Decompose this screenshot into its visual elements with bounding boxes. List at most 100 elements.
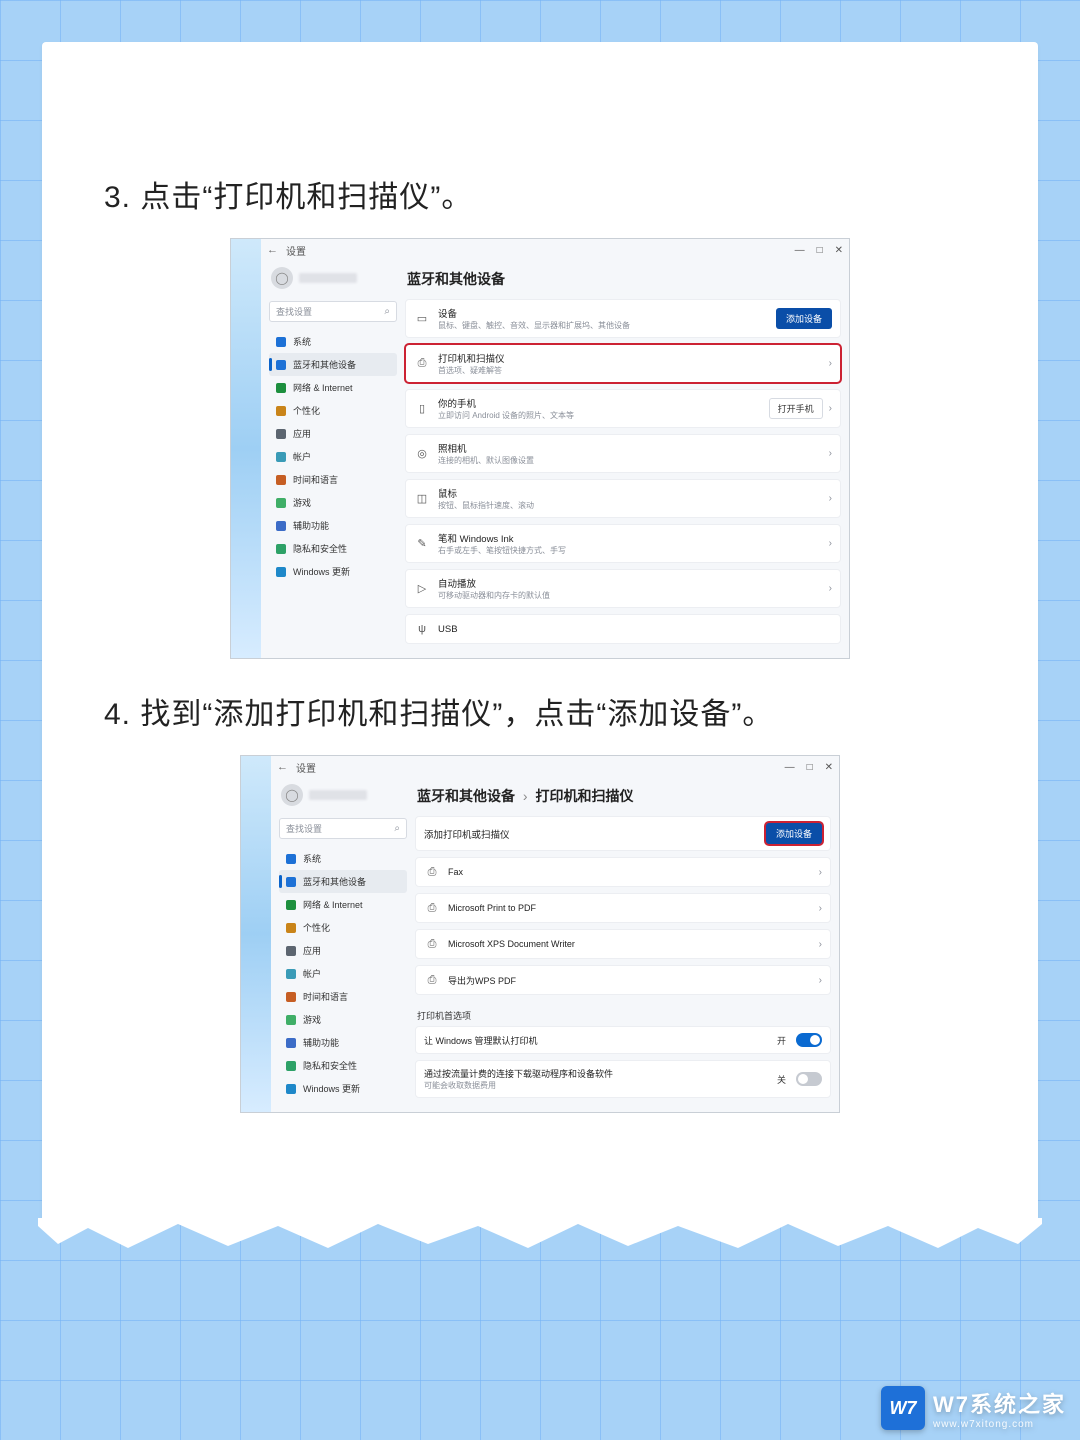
chevron-right-icon: › [829, 538, 832, 549]
pref-metered-download: 通过按流量计费的连接下载驱动程序和设备软件 可能会收取数据费用 关 [415, 1060, 831, 1098]
watermark-url: www.w7xitong.com [933, 1419, 1066, 1430]
back-icon[interactable]: ← [277, 761, 288, 773]
search-placeholder: 查找设置 [276, 305, 312, 318]
sidebar-item-gaming[interactable]: 游戏 [269, 491, 397, 514]
search-placeholder: 查找设置 [286, 822, 322, 835]
row-mouse[interactable]: ◫ 鼠标按钮、鼠标指针速度、滚动 › [405, 479, 841, 518]
chevron-right-icon: › [819, 867, 822, 878]
close-button[interactable]: ✕ [825, 762, 833, 773]
sidebar-item-bluetooth[interactable]: 蓝牙和其他设备 [279, 870, 407, 893]
profile[interactable]: ◯ [269, 265, 397, 297]
printer-row-fax[interactable]: ⎙ Fax › [415, 857, 831, 887]
chevron-right-icon: › [519, 788, 532, 804]
add-device-button[interactable]: 添加设备 [766, 823, 822, 844]
breadcrumb-root[interactable]: 蓝牙和其他设备 [417, 788, 515, 804]
step-3-text: 3. 点击“打印机和扫描仪”。 [104, 172, 998, 216]
sidebar-item-personalization[interactable]: 个性化 [279, 916, 407, 939]
printer-icon: ⎙ [424, 936, 440, 952]
pref-default-printer: 让 Windows 管理默认打印机 开 [415, 1026, 831, 1054]
window-titlebar: ← 设置 — □ ✕ [271, 756, 839, 778]
row-usb[interactable]: ψ USB [405, 614, 841, 644]
chevron-right-icon: › [829, 448, 832, 459]
breadcrumb: 蓝牙和其他设备 › 打印机和扫描仪 [417, 786, 831, 806]
printer-icon: ⎙ [424, 864, 440, 880]
screenshot-2: ← 设置 — □ ✕ ◯ [240, 755, 840, 1113]
profile[interactable]: ◯ [279, 782, 407, 814]
document-page: 3. 点击“打印机和扫描仪”。 ← 设置 — □ ✕ [42, 42, 1038, 1222]
back-icon[interactable]: ← [267, 244, 278, 256]
window-titlebar: ← 设置 — □ ✕ [261, 239, 849, 261]
watermark: W7 W7系统之家 www.w7xitong.com [881, 1386, 1066, 1430]
row-cameras[interactable]: ◎ 照相机连接的相机、默认图像设置 › [405, 434, 841, 473]
toggle-state: 关 [777, 1073, 786, 1086]
sidebar: ◯ 查找设置 ⌕ 系统 蓝牙和其他设备 网络 & Internet 个性化 [279, 782, 407, 1104]
sidebar-item-privacy[interactable]: 隐私和安全性 [269, 537, 397, 560]
open-phone-button[interactable]: 打开手机 [769, 398, 823, 419]
breadcrumb-current: 打印机和扫描仪 [535, 788, 633, 804]
minimize-button[interactable]: — [785, 762, 795, 773]
page-title: 蓝牙和其他设备 [407, 269, 841, 289]
screenshot-1: ← 设置 — □ ✕ ◯ [230, 238, 850, 659]
watermark-badge: W7 [881, 1386, 925, 1430]
search-icon: ⌕ [394, 823, 400, 834]
sidebar-item-network[interactable]: 网络 & Internet [279, 893, 407, 916]
chevron-right-icon: › [819, 903, 822, 914]
maximize-button[interactable]: □ [817, 245, 823, 256]
sidebar-item-apps[interactable]: 应用 [279, 939, 407, 962]
printer-icon: ⎙ [424, 972, 440, 988]
close-button[interactable]: ✕ [835, 245, 843, 256]
chevron-right-icon: › [819, 975, 822, 986]
window-title: 设置 [296, 760, 316, 775]
sidebar-item-update[interactable]: Windows 更新 [269, 560, 397, 583]
sidebar-item-update[interactable]: Windows 更新 [279, 1077, 407, 1100]
sidebar-item-accounts[interactable]: 帐户 [269, 445, 397, 468]
printer-row-wps[interactable]: ⎙ 导出为WPS PDF › [415, 965, 831, 995]
sidebar-item-personalization[interactable]: 个性化 [269, 399, 397, 422]
printer-icon: ⎙ [424, 900, 440, 916]
printer-prefs-label: 打印机首选项 [417, 1009, 831, 1022]
search-input[interactable]: 查找设置 ⌕ [279, 818, 407, 839]
avatar-icon: ◯ [281, 784, 303, 806]
row-autoplay[interactable]: ▷ 自动播放可移动驱动器和内存卡的默认值 › [405, 569, 841, 608]
step-4-text: 4. 找到“添加打印机和扫描仪”，点击“添加设备”。 [104, 689, 998, 733]
sidebar-item-gaming[interactable]: 游戏 [279, 1008, 407, 1031]
mouse-icon: ◫ [414, 491, 430, 507]
torn-edge [38, 1218, 1042, 1252]
maximize-button[interactable]: □ [807, 762, 813, 773]
printer-row-mspdf[interactable]: ⎙ Microsoft Print to PDF › [415, 893, 831, 923]
row-pen-ink[interactable]: ✎ 笔和 Windows Ink右手或左手、笔按钮快捷方式、手写 › [405, 524, 841, 563]
sidebar-item-privacy[interactable]: 隐私和安全性 [279, 1054, 407, 1077]
sidebar-item-bluetooth[interactable]: 蓝牙和其他设备 [269, 353, 397, 376]
chevron-right-icon: › [819, 939, 822, 950]
search-input[interactable]: 查找设置 ⌕ [269, 301, 397, 322]
devices-icon: ▭ [414, 311, 430, 327]
pen-icon: ✎ [414, 536, 430, 552]
sidebar-item-accessibility[interactable]: 辅助功能 [279, 1031, 407, 1054]
row-your-phone[interactable]: ▯ 你的手机立即访问 Android 设备的照片、文本等 打开手机› [405, 389, 841, 428]
sidebar-item-time[interactable]: 时间和语言 [269, 468, 397, 491]
search-icon: ⌕ [384, 306, 390, 317]
sidebar: ◯ 查找设置 ⌕ 系统 蓝牙和其他设备 网络 & Internet 个性化 [269, 265, 397, 650]
row-devices[interactable]: ▭ 设备鼠标、键盘、触控、音效、显示器和扩展坞、其他设备 添加设备 [405, 299, 841, 338]
row-add-printer: 添加打印机或扫描仪 添加设备 [415, 816, 831, 851]
sidebar-item-accessibility[interactable]: 辅助功能 [269, 514, 397, 537]
printer-row-xps[interactable]: ⎙ Microsoft XPS Document Writer › [415, 929, 831, 959]
chevron-right-icon: › [829, 493, 832, 504]
row-printers-scanners[interactable]: ⎙ 打印机和扫描仪首选项、疑难解答 › [405, 344, 841, 383]
sidebar-item-network[interactable]: 网络 & Internet [269, 376, 397, 399]
add-device-button[interactable]: 添加设备 [776, 308, 832, 329]
chevron-right-icon: › [829, 403, 832, 414]
chevron-right-icon: › [829, 583, 832, 594]
sidebar-item-apps[interactable]: 应用 [269, 422, 397, 445]
minimize-button[interactable]: — [795, 245, 805, 256]
toggle-default-printer[interactable] [796, 1033, 822, 1047]
toggle-state: 开 [777, 1034, 786, 1047]
usb-icon: ψ [414, 621, 430, 637]
sidebar-item-system[interactable]: 系统 [269, 330, 397, 353]
toggle-metered[interactable] [796, 1072, 822, 1086]
sidebar-item-time[interactable]: 时间和语言 [279, 985, 407, 1008]
autoplay-icon: ▷ [414, 581, 430, 597]
sidebar-item-system[interactable]: 系统 [279, 847, 407, 870]
chevron-right-icon: › [829, 358, 832, 369]
sidebar-item-accounts[interactable]: 帐户 [279, 962, 407, 985]
